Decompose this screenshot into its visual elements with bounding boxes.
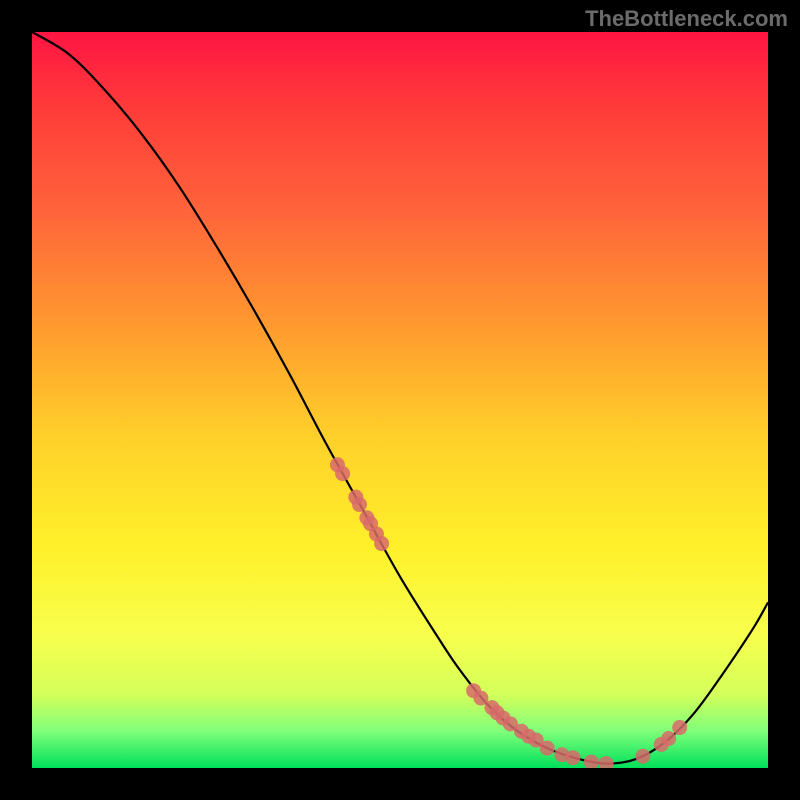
scatter-point xyxy=(565,750,580,765)
scatter-point xyxy=(635,749,650,764)
scatter-point xyxy=(352,497,367,512)
watermark-text: TheBottleneck.com xyxy=(585,6,788,32)
scatter-point xyxy=(540,741,555,756)
scatter-point xyxy=(661,731,676,746)
scatter-point xyxy=(672,720,687,735)
scatter-point xyxy=(584,755,599,768)
scatter-point xyxy=(335,466,350,481)
chart-overlay xyxy=(32,32,768,768)
chart-area xyxy=(32,32,768,768)
scatter-point xyxy=(599,756,614,768)
bottleneck-curve xyxy=(32,32,768,764)
scatter-point xyxy=(374,536,389,551)
scatter-points xyxy=(330,457,687,768)
